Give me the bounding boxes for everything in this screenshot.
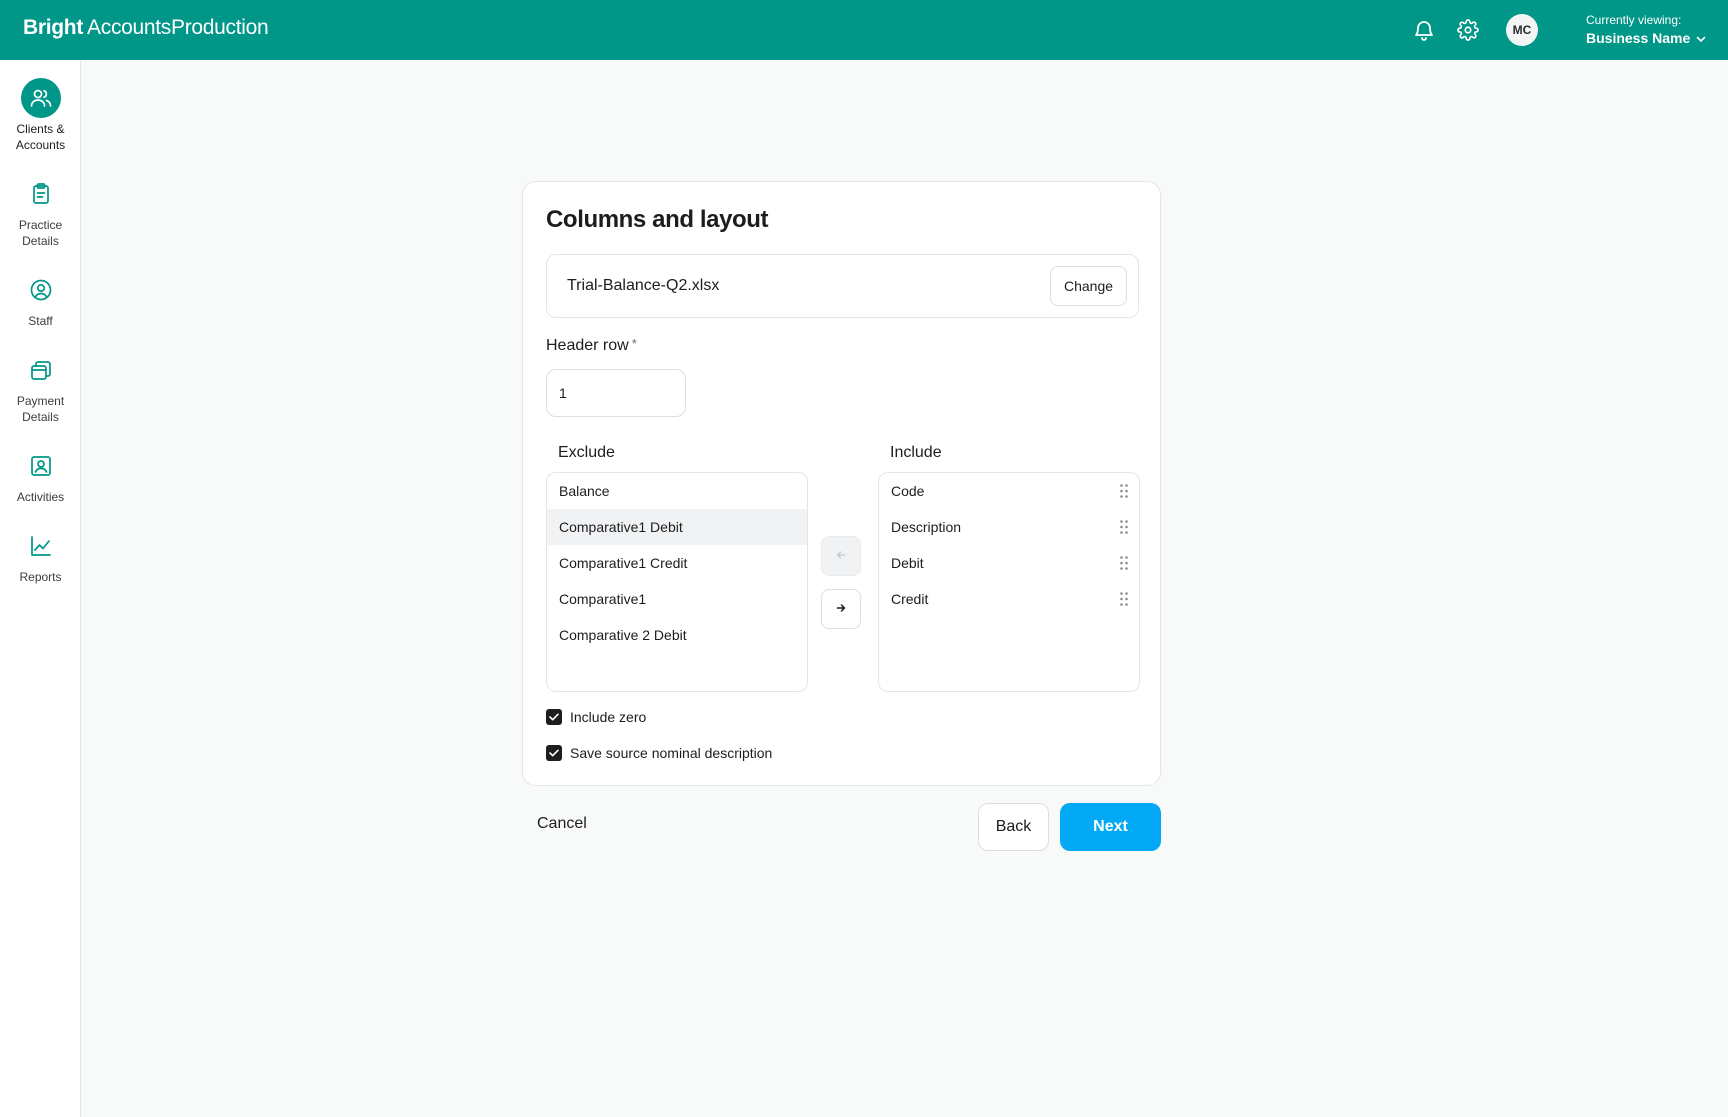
header-row-label: Header row * xyxy=(546,336,637,355)
users-icon xyxy=(20,78,61,118)
move-right-button[interactable] xyxy=(821,589,861,629)
include-zero-checkbox[interactable] xyxy=(546,709,562,725)
app-logo[interactable]: Bright AccountsProduction xyxy=(23,16,269,40)
list-item[interactable]: Comparative1 Credit xyxy=(547,545,807,581)
sidebar-item-label: Payment Details xyxy=(16,394,65,424)
sidebar-item-label: Activities xyxy=(16,490,65,504)
top-bar: Bright AccountsProduction MC Currently vi… xyxy=(0,0,1728,60)
arrow-left-icon xyxy=(836,547,846,565)
arrow-right-icon xyxy=(836,600,846,618)
list-item[interactable]: Comparative 2 Debit xyxy=(547,617,807,653)
drag-handle-icon[interactable] xyxy=(1120,484,1128,498)
drag-handle-icon[interactable] xyxy=(1120,520,1128,534)
chevron-down-icon xyxy=(1696,28,1706,48)
list-item[interactable]: Debit xyxy=(879,545,1139,581)
cards-icon xyxy=(21,350,61,390)
clipboard-icon xyxy=(21,174,61,214)
list-item-label: Debit xyxy=(891,555,924,571)
include-zero-label: Include zero xyxy=(570,709,647,725)
viewing-label: Currently viewing: xyxy=(1586,13,1682,27)
include-heading: Include xyxy=(890,444,942,461)
sidebar-item-staff[interactable]: Staff xyxy=(0,270,81,329)
include-list: Code Description Debit Credit xyxy=(878,472,1140,692)
save-source-label: Save source nominal description xyxy=(570,745,773,761)
file-name: Trial-Balance-Q2.xlsx xyxy=(567,277,720,294)
list-item-label: Credit xyxy=(891,591,929,607)
exclude-heading: Exclude xyxy=(558,444,615,461)
sidebar-item-activities[interactable]: Activities xyxy=(0,446,81,505)
drag-handle-icon[interactable] xyxy=(1120,556,1128,570)
sidebar-item-label: Staff xyxy=(28,314,53,328)
user-circle-icon xyxy=(21,270,61,310)
brand-rest: AccountsProduction xyxy=(87,16,269,39)
business-name: Business Name xyxy=(1586,28,1706,48)
sidebar-item-practice-details[interactable]: Practice Details xyxy=(0,174,81,249)
exclude-list: Balance Comparative1 Debit Comparative1 … xyxy=(546,472,808,692)
sidebar-item-label: Reports xyxy=(19,570,62,584)
sidebar-item-label: Practice Details xyxy=(18,218,63,248)
sidebar-item-payment-details[interactable]: Payment Details xyxy=(0,350,81,425)
header-row-label-text: Header row xyxy=(546,337,629,354)
list-item[interactable]: Comparative1 Debit xyxy=(547,509,807,545)
drag-handle-icon[interactable] xyxy=(1120,592,1128,606)
list-item[interactable]: Code xyxy=(879,473,1139,509)
list-item-label: Code xyxy=(891,483,925,499)
sidebar-item-reports[interactable]: Reports xyxy=(0,526,81,585)
line-chart-icon xyxy=(21,526,61,566)
page-title: Columns and layout xyxy=(546,206,769,233)
sidebar-item-label: Clients & Accounts xyxy=(15,122,66,152)
list-item[interactable]: Credit xyxy=(879,581,1139,617)
business-switcher[interactable]: Currently viewing: Business Name xyxy=(1586,12,1706,48)
include-zero-option[interactable]: Include zero xyxy=(546,709,646,725)
columns-layout-card: Columns and layout Trial-Balance-Q2.xlsx… xyxy=(522,181,1161,786)
bell-icon[interactable] xyxy=(1411,17,1437,43)
business-name-text: Business Name xyxy=(1586,30,1691,46)
sidebar: Clients & Accounts Practice Details Staf… xyxy=(0,60,81,1117)
header-row-input[interactable] xyxy=(546,369,686,417)
contact-card-icon xyxy=(21,446,61,486)
list-item-label: Description xyxy=(891,519,962,535)
required-mark: * xyxy=(631,336,637,351)
next-button[interactable]: Next xyxy=(1060,803,1161,851)
avatar[interactable]: MC xyxy=(1506,14,1538,46)
list-item[interactable]: Description xyxy=(879,509,1139,545)
selected-file: Trial-Balance-Q2.xlsx Change xyxy=(546,254,1139,318)
save-source-option[interactable]: Save source nominal description xyxy=(546,745,772,761)
gear-icon[interactable] xyxy=(1455,17,1481,43)
brand-bold: Bright xyxy=(23,16,84,39)
save-source-checkbox[interactable] xyxy=(546,745,562,761)
move-left-button[interactable] xyxy=(821,536,861,576)
change-file-button[interactable]: Change xyxy=(1050,266,1127,306)
list-item[interactable]: Comparative1 xyxy=(547,581,807,617)
sidebar-item-clients-accounts[interactable]: Clients & Accounts xyxy=(0,78,81,153)
list-item[interactable]: Balance xyxy=(547,473,807,509)
back-button[interactable]: Back xyxy=(978,803,1049,851)
cancel-button[interactable]: Cancel xyxy=(537,815,587,833)
